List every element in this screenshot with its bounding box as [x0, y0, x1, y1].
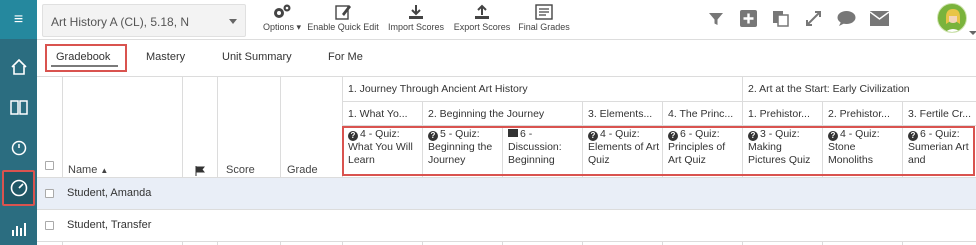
table-row[interactable]: Student, Amanda — [37, 178, 976, 209]
score-column-header[interactable]: Score — [226, 164, 255, 176]
home-icon[interactable] — [0, 48, 37, 85]
row-checkbox[interactable] — [45, 189, 54, 198]
course-name: Art History A (CL), 5.18, N — [51, 15, 190, 29]
chevron-down-icon — [229, 19, 237, 24]
left-nav-rail: ≡ — [0, 0, 37, 245]
final-grades-label: Final Grades — [518, 22, 570, 32]
student-name[interactable]: Student, Amanda — [67, 187, 151, 199]
gradebook-app: ≡ Art History A (CL), 5.18, N Options ▾ — [0, 0, 976, 245]
tab-bar: Gradebook Mastery Unit Summary For Me — [37, 40, 976, 76]
divider — [342, 101, 976, 102]
active-tab-underline — [51, 65, 118, 67]
student-name[interactable]: Student, Transfer — [67, 219, 151, 231]
assignments-highlight-box — [342, 126, 975, 176]
hamburger-menu-icon[interactable]: ≡ — [0, 0, 37, 39]
final-grades-button[interactable]: Final Grades — [515, 3, 573, 32]
download-icon — [409, 5, 423, 19]
divider — [37, 241, 976, 242]
bar-chart-icon[interactable] — [0, 210, 37, 245]
add-icon[interactable] — [740, 10, 757, 32]
gears-icon — [274, 4, 291, 18]
upload-icon — [475, 4, 489, 19]
book-icon[interactable] — [0, 88, 37, 125]
tab-for-me[interactable]: For Me — [328, 51, 363, 63]
lesson-header[interactable]: 2. Beginning the Journey — [428, 108, 580, 120]
table-row[interactable]: Student, Transfer — [37, 210, 976, 241]
quick-edit-label: Enable Quick Edit — [307, 22, 379, 32]
chevron-down-icon[interactable] — [969, 31, 976, 35]
copy-icon[interactable] — [772, 10, 789, 32]
course-selector[interactable]: Art History A (CL), 5.18, N — [42, 4, 246, 37]
tab-gradebook[interactable]: Gradebook — [56, 51, 110, 63]
select-all-checkbox[interactable] — [45, 161, 54, 170]
gradebook-gauge-icon[interactable] — [2, 170, 35, 206]
lesson-header[interactable]: 3. Fertile Cr... — [908, 108, 976, 120]
name-header-label: Name — [68, 164, 98, 176]
filter-icon[interactable] — [708, 11, 724, 32]
gradebook-grid: 1. Journey Through Ancient Art History 2… — [37, 76, 976, 245]
row-checkbox[interactable] — [45, 221, 54, 230]
chat-icon[interactable] — [837, 10, 856, 32]
lesson-header[interactable]: 2. Prehistor... — [828, 108, 900, 120]
options-button[interactable]: Options ▾ — [262, 3, 302, 33]
unit-header: 1. Journey Through Ancient Art History — [348, 83, 528, 95]
export-scores-button[interactable]: Export Scores — [451, 3, 513, 32]
enable-quick-edit-button[interactable]: Enable Quick Edit — [305, 3, 381, 32]
options-label: Options — [262, 22, 294, 32]
lesson-header[interactable]: 3. Elements... — [588, 108, 660, 120]
import-scores-button[interactable]: Import Scores — [385, 3, 447, 32]
lesson-header[interactable]: 4. The Princ... — [668, 108, 740, 120]
divider — [37, 76, 976, 77]
name-column-header[interactable]: Name ▲ — [68, 164, 108, 176]
grade-column-header[interactable]: Grade — [287, 164, 318, 176]
lesson-header[interactable]: 1. What Yo... — [348, 108, 420, 120]
tab-mastery[interactable]: Mastery — [146, 51, 185, 63]
unit-header: 2. Art at the Start: Early Civilization — [748, 83, 910, 95]
lesson-header[interactable]: 1. Prehistor... — [748, 108, 820, 120]
toolbar: Art History A (CL), 5.18, N Options ▾ En… — [37, 0, 976, 40]
export-label: Export Scores — [453, 22, 511, 32]
timer-icon[interactable] — [0, 128, 37, 165]
newspaper-icon — [535, 4, 553, 20]
sort-asc-icon: ▲ — [100, 166, 109, 175]
tab-unit-summary[interactable]: Unit Summary — [222, 51, 292, 63]
mail-icon[interactable] — [869, 11, 890, 31]
import-label: Import Scores — [387, 22, 445, 32]
expand-icon[interactable] — [805, 10, 822, 32]
edit-icon — [335, 5, 351, 20]
avatar[interactable] — [937, 3, 967, 33]
